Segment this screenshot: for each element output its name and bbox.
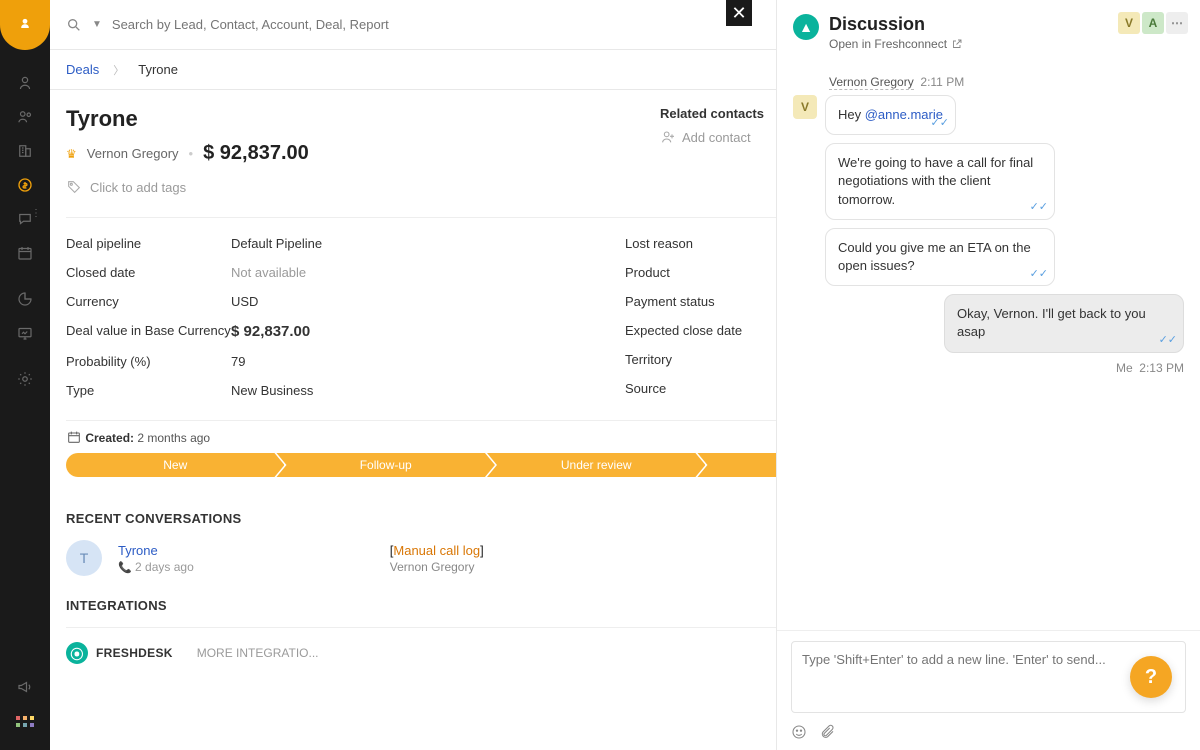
info-label: Probability (%) [66,354,231,369]
nav-item-contacts[interactable] [0,100,50,134]
info-label: Type [66,383,231,398]
sender-avatar: V [793,95,817,119]
message-bubble: Hey @anne.marie✓✓ [825,95,956,135]
nav-item-deals[interactable] [0,168,50,202]
breadcrumb-root[interactable]: Deals [66,62,99,77]
read-ticks-icon: ✓✓ [1159,333,1177,348]
search-icon[interactable] [66,17,82,33]
nav-item-reports[interactable] [0,282,50,316]
info-row: Deal pipelineDefault Pipeline [66,236,625,251]
info-label: Currency [66,294,231,309]
info-row: CurrencyUSD [66,294,625,309]
freshdesk-icon: ⦿ [66,642,88,664]
message-time: 2:11 PM [920,75,964,89]
participant-chip[interactable]: V [1118,12,1140,34]
info-value: Default Pipeline [231,236,322,251]
pipeline-stage[interactable]: New [66,453,284,477]
related-heading: Related contacts [660,106,764,121]
pipeline-stage[interactable]: Follow-up [276,453,494,477]
created-label: Created: [85,431,134,445]
panel-title: Discussion [829,14,963,35]
deal-title: Tyrone [66,106,309,132]
info-value: New Business [231,383,313,398]
app-logo[interactable] [0,0,50,50]
add-contact-icon [660,129,676,145]
chevron-right-icon: 〉 [113,62,124,78]
close-panel-button[interactable]: ✕ [726,0,752,26]
emoji-icon[interactable] [791,724,807,740]
read-ticks-icon: ✓✓ [931,116,949,131]
discussion-panel: ▲ Discussion Open in Freshconnect V A ⋯ … [776,0,1200,750]
more-integrations[interactable]: MORE INTEGRATIO... [197,646,319,660]
message-bubble: Could you give me an ETA on the open iss… [825,228,1055,286]
nav-item-accounts[interactable] [0,134,50,168]
info-value: Not available [231,265,306,280]
tag-icon [66,179,82,195]
crown-icon: ♛ [66,147,77,161]
info-row: Probability (%)79 [66,354,625,369]
info-label: Territory [625,352,790,367]
message-bubble: We're going to have a call for final neg… [825,143,1055,220]
info-label: Expected close date [625,323,790,338]
participant-chips: V A ⋯ [1118,12,1188,34]
nav-item-conversations[interactable]: ⋮ [0,202,50,236]
add-contact-button[interactable]: Add contact [660,129,764,145]
read-ticks-icon: ✓✓ [1030,267,1048,282]
left-nav-rail: ⋮ [0,0,50,750]
attachment-icon[interactable] [819,724,835,740]
deal-owner[interactable]: Vernon Gregory [87,146,179,161]
nav-item-settings[interactable] [0,362,50,396]
conversation-by: Vernon Gregory [390,560,484,574]
deal-amount: $ 92,837.00 [203,142,309,165]
info-label: Source [625,381,790,396]
info-value: USD [231,294,258,309]
conversation-name: Tyrone [118,543,194,558]
nav-item-leads[interactable] [0,66,50,100]
freshconnect-icon: ▲ [793,14,819,40]
integration-freshdesk[interactable]: ⦿ FRESHDESK [66,642,173,664]
info-label: Payment status [625,294,790,309]
nav-item-announce[interactable] [0,670,50,704]
info-row: Closed dateNot available [66,265,625,280]
message-bubble-me: Okay, Vernon. I'll get back to you asap✓… [944,294,1184,352]
help-fab[interactable]: ? [1130,656,1172,698]
info-label: Deal pipeline [66,236,231,251]
calendar-icon [66,429,82,445]
info-label: Closed date [66,265,231,280]
created-value: 2 months ago [137,431,210,445]
info-label: Deal value in Base Currency [66,323,231,340]
reply-who: Me [1116,361,1133,375]
pipeline-stage[interactable]: Under review [487,453,705,477]
search-dropdown-icon[interactable]: ▼ [92,19,102,30]
nav-item-dashboard[interactable] [0,316,50,350]
info-label: Lost reason [625,236,790,251]
reply-time: 2:13 PM [1139,361,1184,375]
info-value: 79 [231,354,245,369]
participant-chip[interactable]: A [1142,12,1164,34]
add-tags[interactable]: Click to add tags [66,179,309,195]
message-sender[interactable]: Vernon Gregory [829,75,914,90]
composer-input[interactable] [791,641,1186,713]
conversation-when: 📞 2 days ago [118,560,194,574]
messages-list: Vernon Gregory 2:11 PM V Hey @anne.marie… [777,61,1200,630]
info-row: Deal value in Base Currency$ 92,837.00 [66,323,625,340]
info-row: TypeNew Business [66,383,625,398]
read-ticks-icon: ✓✓ [1030,200,1048,215]
conversation-tag: Manual call log [393,543,480,558]
breadcrumb-current: Tyrone [138,62,178,77]
info-label: Product [625,265,790,280]
info-value: $ 92,837.00 [231,323,310,340]
nav-item-calendar[interactable] [0,236,50,270]
conversation-avatar: T [66,540,102,576]
external-link-icon [951,38,963,50]
nav-item-apps[interactable] [0,704,50,738]
participant-more[interactable]: ⋯ [1166,12,1188,34]
open-in-freshconnect[interactable]: Open in Freshconnect [829,37,963,51]
